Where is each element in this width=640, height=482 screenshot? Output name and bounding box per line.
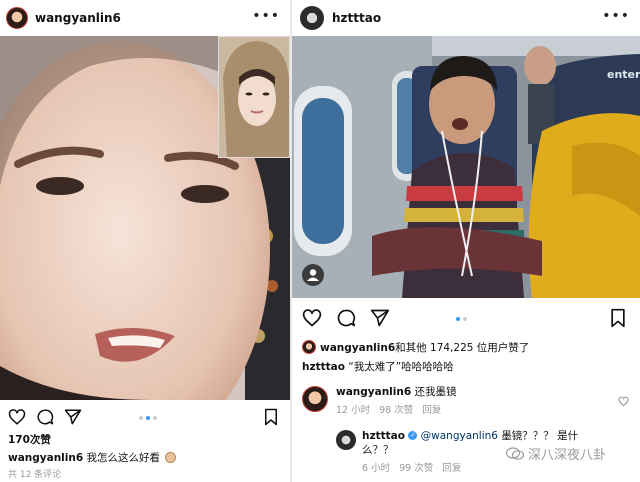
avatar[interactable]	[336, 430, 356, 450]
comment-body: hztttao ✓ @wangyanlin6 墨镜？？？ 是什	[362, 429, 578, 443]
seat-brand-text: enter	[607, 68, 640, 81]
caption-text: “我太难了”哈哈哈哈哈	[348, 361, 454, 373]
avatar[interactable]	[6, 7, 28, 29]
comment-time: 12 小时	[336, 405, 371, 416]
carousel-dot	[463, 317, 467, 321]
airplane-cabin-illustration: enter	[292, 36, 640, 298]
tagged-people-icon[interactable]	[302, 264, 324, 286]
share-icon[interactable]	[370, 308, 390, 328]
post-header: wangyanlin6 •••	[0, 0, 290, 36]
carousel-dot-active	[146, 416, 150, 420]
caption-username[interactable]: wangyanlin6	[8, 452, 83, 464]
left-post: wangyanlin6 ••• 170次赞 wangyanlin6 我怎么这么好…	[0, 0, 290, 482]
smiling-face-emoji-icon	[165, 452, 177, 463]
caption: wangyanlin6 我怎么这么好看	[8, 451, 177, 465]
avatar[interactable]	[300, 6, 324, 30]
comment-text: 墨镜？？？ 是什	[501, 430, 579, 442]
caption-username[interactable]: hztttao	[302, 361, 345, 373]
carousel-dots	[139, 416, 157, 420]
reply-button[interactable]: 回复	[422, 405, 441, 416]
avatar[interactable]	[302, 386, 328, 412]
post-photo[interactable]	[0, 36, 290, 400]
comment-like-heart-icon[interactable]	[618, 396, 629, 407]
comment-meta: 6 小时 99 次赞 回复	[362, 462, 461, 476]
comment-likes[interactable]: 98 次赞	[379, 405, 413, 416]
carousel-dot	[153, 416, 157, 420]
right-post: hztttao ••• enter wangyanlin6和其他 174,225…	[292, 0, 640, 482]
carousel-dots	[456, 317, 467, 321]
comment-body: wangyanlin6 还我墨镜	[336, 385, 457, 399]
inset-video-thumbnail[interactable]	[218, 36, 290, 158]
action-bar	[0, 404, 290, 432]
liked-by-username[interactable]: wangyanlin6	[320, 342, 395, 354]
post-username[interactable]: hztttao	[332, 11, 381, 25]
watermark: 深八深夜八卦	[506, 444, 606, 463]
chat-bubbles-icon	[506, 446, 524, 460]
view-all-comments-link[interactable]: 共 12 条评论	[8, 468, 61, 482]
post-username[interactable]: wangyanlin6	[35, 11, 121, 25]
more-options-icon[interactable]: •••	[602, 8, 630, 24]
avatar[interactable]	[302, 340, 316, 354]
action-bar	[292, 304, 640, 332]
liked-by-line: wangyanlin6和其他 174,225 位用户赞了	[302, 340, 529, 355]
comment-likes[interactable]: 99 次赞	[399, 463, 433, 474]
bookmark-icon[interactable]	[609, 308, 627, 328]
liked-by-text[interactable]: 和其他 174,225 位用户赞了	[395, 342, 529, 354]
comment-meta: 12 小时 98 次赞 回复	[336, 404, 441, 418]
watermark-text: 深八深夜八卦	[528, 448, 607, 463]
share-icon[interactable]	[64, 408, 82, 426]
comment-username[interactable]: wangyanlin6	[336, 386, 411, 398]
carousel-dot	[139, 416, 143, 420]
comment-icon[interactable]	[336, 308, 356, 328]
more-options-icon[interactable]: •••	[252, 8, 280, 24]
caption-text: 我怎么这么好看	[86, 452, 161, 464]
caption: hztttao “我太难了”哈哈哈哈哈	[302, 360, 454, 374]
heart-icon[interactable]	[8, 408, 26, 426]
comment-time: 6 小时	[362, 463, 391, 474]
reply-button[interactable]: 回复	[442, 463, 461, 474]
verified-badge-icon: ✓	[408, 431, 418, 440]
comment-text-continued: 么？？	[362, 444, 394, 456]
comment-text: 还我墨镜	[414, 386, 457, 398]
post-header: hztttao •••	[292, 0, 640, 36]
bookmark-icon[interactable]	[263, 408, 279, 426]
carousel-dot-active	[456, 317, 460, 321]
like-count[interactable]: 170次赞	[8, 433, 51, 447]
heart-icon[interactable]	[302, 308, 322, 328]
comment-item: wangyanlin6 还我墨镜 12 小时 98 次赞 回复	[302, 384, 632, 422]
post-photo[interactable]: enter	[292, 36, 640, 298]
comment-mention[interactable]: @wangyanlin6	[421, 430, 498, 442]
comment-icon[interactable]	[36, 408, 54, 426]
comment-username[interactable]: hztttao	[362, 430, 405, 442]
